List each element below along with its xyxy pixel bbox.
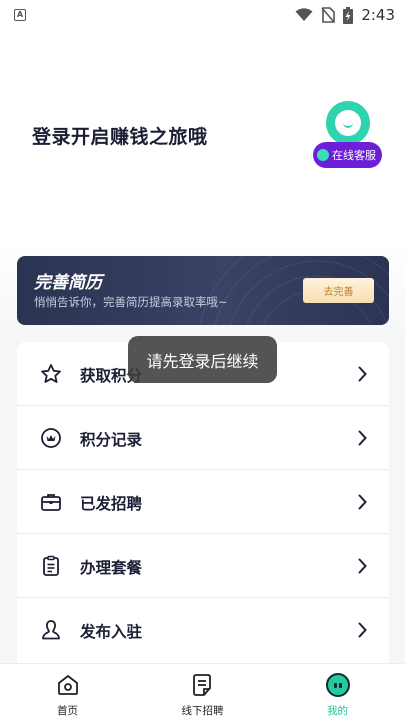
nav-tab-label: 我的: [327, 705, 348, 717]
menu-item-packages[interactable]: 办理套餐: [17, 534, 389, 598]
resume-banner[interactable]: 完善简历 悄悄告诉你，完善简历提高录取率哦~ 去完善: [17, 256, 389, 325]
document-icon: [192, 674, 211, 696]
complete-resume-button[interactable]: 去完善: [303, 278, 374, 303]
person-icon: [42, 620, 60, 640]
resume-banner-subtitle: 悄悄告诉你，完善简历提高录取率哦~: [34, 295, 228, 309]
battery-charging-icon: [343, 6, 354, 24]
wifi-icon: [295, 8, 313, 21]
status-bar: A 2:43: [0, 0, 405, 30]
mine-icon: [325, 673, 350, 697]
menu-item-points-record[interactable]: 积分记录: [17, 406, 389, 470]
login-prompt-title[interactable]: 登录开启赚钱之旅哦: [32, 122, 208, 149]
nav-tab-label: 线下招聘: [181, 705, 224, 717]
menu-item-label: 发布入驻: [80, 623, 143, 641]
points-record-icon: [41, 428, 61, 448]
online-service-button[interactable]: 在线客服: [312, 101, 384, 169]
service-badge[interactable]: 在线客服: [313, 142, 382, 168]
nav-tab-home[interactable]: 首页: [0, 664, 135, 720]
nav-tab-offline-jobs[interactable]: 线下招聘: [135, 664, 270, 720]
home-icon: [57, 675, 78, 695]
menu-card: 获取积分 积分记录 已发招聘 办理套餐 发布入驻: [17, 342, 389, 672]
menu-item-label: 积分记录: [80, 431, 143, 449]
clipboard-icon: [43, 555, 59, 576]
nav-tab-mine[interactable]: 我的: [270, 664, 405, 720]
chevron-right-icon: [358, 366, 367, 382]
no-sim-icon: [321, 7, 336, 23]
star-icon: [41, 364, 61, 383]
menu-item-publish-settle[interactable]: 发布入驻: [17, 598, 389, 662]
service-label: 在线客服: [332, 149, 376, 162]
briefcase-icon: [41, 494, 61, 511]
nav-tab-label: 首页: [57, 705, 78, 717]
chevron-right-icon: [358, 430, 367, 446]
login-required-toast: 请先登录后继续: [128, 336, 277, 383]
status-time: 2:43: [361, 6, 395, 24]
resume-banner-title: 完善简历: [34, 273, 102, 293]
menu-item-label: 办理套餐: [80, 559, 143, 577]
chevron-right-icon: [358, 622, 367, 638]
chevron-right-icon: [358, 494, 367, 510]
service-avatar-icon[interactable]: [326, 101, 370, 145]
menu-item-posted-jobs[interactable]: 已发招聘: [17, 470, 389, 534]
chevron-right-icon: [358, 558, 367, 574]
service-chat-icon: [317, 149, 329, 161]
menu-item-label: 已发招聘: [80, 495, 143, 513]
bottom-nav: 首页 线下招聘 我的: [0, 663, 405, 720]
notification-a-icon: A: [14, 9, 26, 21]
